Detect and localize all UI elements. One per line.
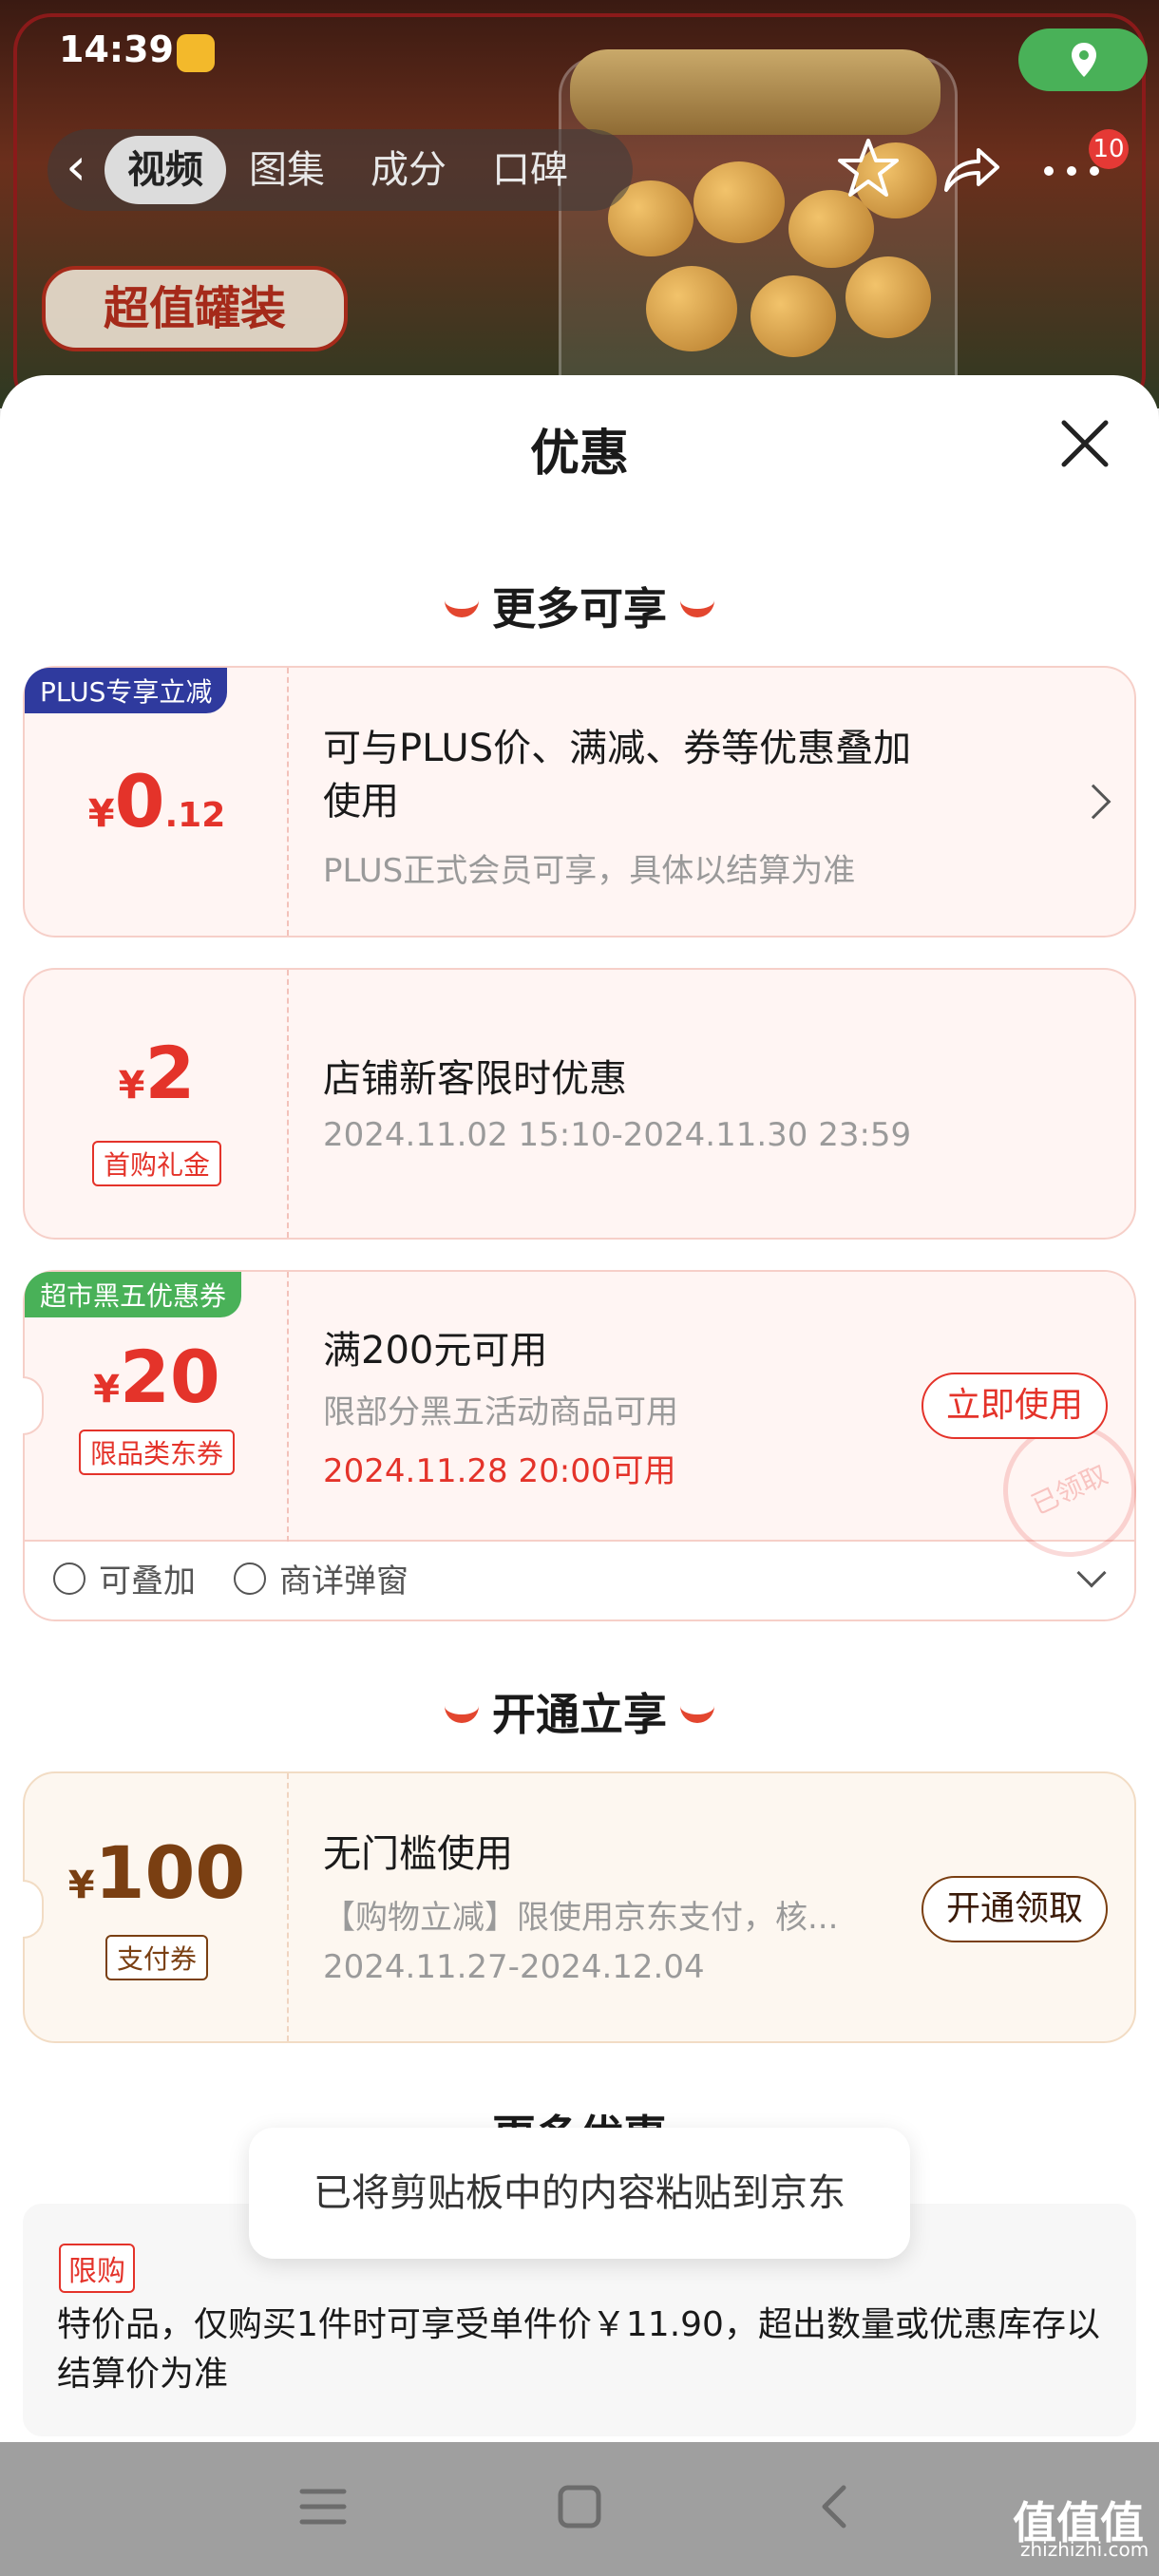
watermark-url: zhizhizhi.com [1020,2538,1150,2561]
coupon-card-payment[interactable]: ¥100 支付券 无门槛使用 【购物立减】限使用京东支付，核... 2024.1… [23,1771,1136,2043]
coupon-subtitle: 限部分黑五活动商品可用 [323,1393,678,1431]
location-button[interactable] [1018,28,1148,91]
chevron-right-icon [1075,784,1112,820]
coupon-title: 店铺新客限时优惠 [323,1057,627,1101]
home-icon[interactable] [553,2480,606,2533]
coupon-amount: ¥0.12 [87,759,226,843]
tab-gallery[interactable]: 图集 [226,136,348,204]
tab-video[interactable]: 视频 [104,136,226,204]
open-claim-button[interactable]: 开通领取 [922,1876,1109,1942]
tab-ingredients[interactable]: 成分 [348,136,469,204]
section-title: 开通立享 [492,1689,667,1740]
smile-decoration-icon [445,600,479,617]
coupon-title: 无门槛使用 [323,1832,513,1876]
promo-badge: 超值罐装 [42,266,348,351]
smile-decoration-icon [445,1706,479,1723]
location-pin-icon [1072,43,1096,77]
coupon-tag: 支付券 [25,1935,289,1980]
clipboard-toast: 已将剪贴板中的内容粘贴到京东 [249,2128,910,2259]
section-open-enjoy: 开通立享 [0,1680,1159,1743]
status-time: 14:39 [59,28,174,70]
back-button[interactable]: ‹ [48,129,104,211]
use-now-button[interactable]: 立即使用 [922,1373,1109,1439]
coupon-validity: 2024.11.02 15:10-2024.11.30 23:59 [323,1116,912,1154]
close-icon[interactable] [1056,415,1113,472]
coupon-tag: 首购礼金 [25,1141,289,1186]
section-more-available: 更多可享 [0,575,1159,637]
share-icon[interactable] [935,133,1007,205]
coupon-card-new-customer[interactable]: ¥2 首购礼金 店铺新客限时优惠 2024.11.02 15:10-2024.1… [23,968,1136,1240]
coupon-type-tag: 超市黑五优惠券 [25,1272,242,1317]
coupon-type-tag: PLUS专享立减 [25,668,228,713]
app-notification-icon [177,34,215,72]
message-count-badge: 10 [1089,129,1129,169]
star-icon[interactable] [832,133,904,205]
media-tabs: ‹ 视频 图集 成分 口碑 [48,129,633,211]
coupon-validity: 2024.11.27-2024.12.04 [323,1948,705,1986]
sheet-title: 优惠 [529,426,629,483]
system-nav-bar [0,2442,1159,2576]
feature-stackable: 可叠加 [53,1555,196,1601]
smile-decoration-icon [680,1706,714,1723]
coupon-card-black-friday[interactable]: 超市黑五优惠券 ¥20 限品类东券 满200元可用 限部分黑五活动商品可用 20… [23,1270,1159,1621]
limit-info-text: 特价品，仅购买1件时可享受单件价￥11.90，超出数量或优惠库存以结算价为准 [57,2305,1100,2394]
section-title: 更多可享 [492,583,667,635]
limit-tag: 限购 [59,2244,135,2293]
coupon-tag: 限品类东券 [25,1430,289,1475]
coupon-subtitle: PLUS正式会员可享，具体以结算为准 [323,852,856,890]
menu-icon[interactable] [296,2480,350,2533]
coupon-title-line2: 使用 [323,780,399,824]
coupon-amount: ¥2 [118,1031,196,1115]
popup-icon [234,1562,266,1595]
chevron-down-icon[interactable] [1076,1558,1107,1588]
back-icon[interactable] [809,2480,863,2533]
coupon-amount: ¥100 [67,1830,246,1915]
smile-decoration-icon [680,600,714,617]
feature-popup: 商详弹窗 [234,1555,408,1601]
stack-icon [53,1562,86,1595]
product-frame [13,13,1146,412]
coupon-title: 满200元可用 [323,1329,548,1373]
coupon-amount: ¥20 [93,1335,220,1419]
coupon-card-plus[interactable]: PLUS专享立减 ¥0.12 可与PLUS价、满减、券等优惠叠加 使用 PLUS… [23,666,1136,938]
coupon-title: 可与PLUS价、满减、券等优惠叠加 [323,727,912,770]
tab-reviews[interactable]: 口碑 [469,136,591,204]
coupon-subtitle: 【购物立减】限使用京东支付，核... [323,1899,839,1937]
coupon-available-time: 2024.11.28 20:00可用 [323,1452,676,1490]
